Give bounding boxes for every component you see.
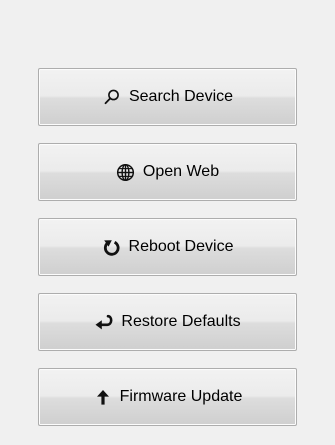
globe-icon [116, 162, 136, 182]
firmware-update-button[interactable]: Firmware Update [38, 368, 297, 426]
search-device-button[interactable]: Search Device [38, 68, 297, 126]
reboot-icon [102, 237, 122, 257]
restore-icon [94, 312, 114, 332]
open-web-button[interactable]: Open Web [38, 143, 297, 201]
open-web-label: Open Web [142, 163, 220, 180]
arrow-up-icon [93, 387, 113, 407]
search-icon [102, 87, 122, 107]
search-device-label: Search Device [128, 88, 234, 105]
reboot-device-label: Reboot Device [128, 238, 234, 255]
firmware-update-label: Firmware Update [119, 388, 243, 405]
device-actions-panel: Search Device Open Web Reboot Device Res… [0, 0, 335, 445]
restore-defaults-label: Restore Defaults [121, 313, 241, 330]
restore-defaults-button[interactable]: Restore Defaults [38, 293, 297, 351]
reboot-device-button[interactable]: Reboot Device [38, 218, 297, 276]
